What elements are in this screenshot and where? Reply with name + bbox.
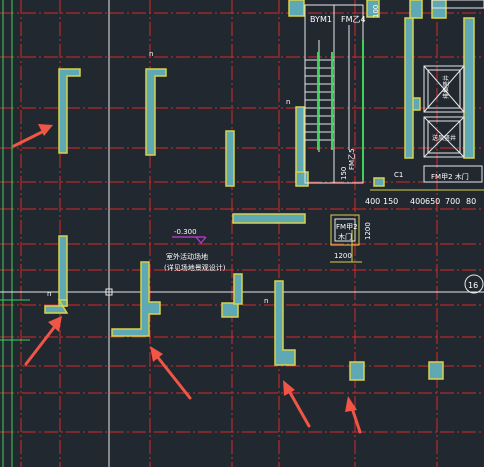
- stair-green: [317, 40, 364, 180]
- dimension-value: 400: [365, 197, 380, 206]
- arrow-1: [12, 124, 53, 148]
- cad-drawing-canvas[interactable]: BYM1 FM乙4 FM乙5 FM甲2 木门 FM甲2 木门 C1 排烟竖井 送…: [0, 0, 484, 467]
- dim-150: 150: [340, 167, 348, 180]
- wall-core-left: [404, 17, 414, 159]
- column-4a: [58, 235, 68, 307]
- arrow-2: [24, 316, 62, 366]
- n-tag-2: n: [286, 98, 290, 106]
- green-boundary: [0, 0, 30, 467]
- n-tag-4: n: [264, 297, 268, 305]
- label-fire-door-box: FM甲2: [336, 223, 358, 231]
- elevation-mark: [172, 236, 207, 244]
- arrow-4: [283, 380, 311, 428]
- note-line-2: (详见场地景观设计): [164, 263, 226, 272]
- label-shaft-upper: 排烟竖井: [442, 75, 450, 99]
- column-8: [349, 361, 365, 381]
- dimension-value: 700: [445, 197, 460, 206]
- label-shaft-lower: 送风竖井: [432, 134, 456, 142]
- column-1: [58, 68, 81, 154]
- column-6b: [233, 273, 243, 305]
- label-fire-door-right: FM甲2 木门: [431, 172, 469, 181]
- label-fire-door-box-sub: 木门: [338, 232, 352, 241]
- arrow-3: [150, 346, 192, 400]
- dimension-value: 150: [383, 197, 398, 206]
- arrow-5: [345, 396, 362, 434]
- label-fire-door-side: FM乙5: [348, 148, 356, 170]
- wall-top-1: [288, 0, 305, 17]
- dim-1200-side: 1200: [364, 222, 372, 240]
- dimension-row: 400 150 400 650 700 80: [365, 197, 476, 206]
- dim-100: 100: [372, 5, 380, 18]
- label-elevation: -0.300: [174, 228, 197, 236]
- wall-horizontal: [232, 213, 306, 224]
- dimension-value: 400: [410, 197, 425, 206]
- note-line-1: 室外活动场地: [166, 252, 208, 261]
- wall-top-3: [409, 0, 423, 19]
- floor-plan-drawing: BYM1 FM乙4 FM乙5 FM甲2 木门 FM甲2 木门 C1 排烟竖井 送…: [0, 0, 484, 467]
- dimension-value: 650: [425, 197, 440, 206]
- column-4b: [44, 299, 69, 314]
- label-stair: BYM1: [310, 15, 332, 24]
- column-3: [225, 130, 235, 187]
- column-2: [145, 68, 167, 156]
- label-c1: C1: [394, 171, 403, 179]
- label-fire-door-top: FM乙4: [341, 15, 366, 24]
- n-tag-3: n: [47, 290, 51, 298]
- wall-core-right: [463, 17, 475, 159]
- n-tag-1: n: [149, 50, 153, 58]
- column-6a: [221, 302, 239, 318]
- wall-stair-left: [295, 106, 305, 183]
- wall-stair-foot: [295, 171, 309, 187]
- column-7: [274, 280, 296, 366]
- wall-small: [373, 177, 385, 187]
- wall-top-4: [431, 0, 447, 19]
- column-9: [428, 361, 444, 380]
- dim-1200-bottom: 1200: [334, 252, 352, 260]
- dimension-value: 80: [466, 197, 476, 206]
- axis-number: 16: [468, 281, 478, 290]
- column-5: [111, 261, 161, 337]
